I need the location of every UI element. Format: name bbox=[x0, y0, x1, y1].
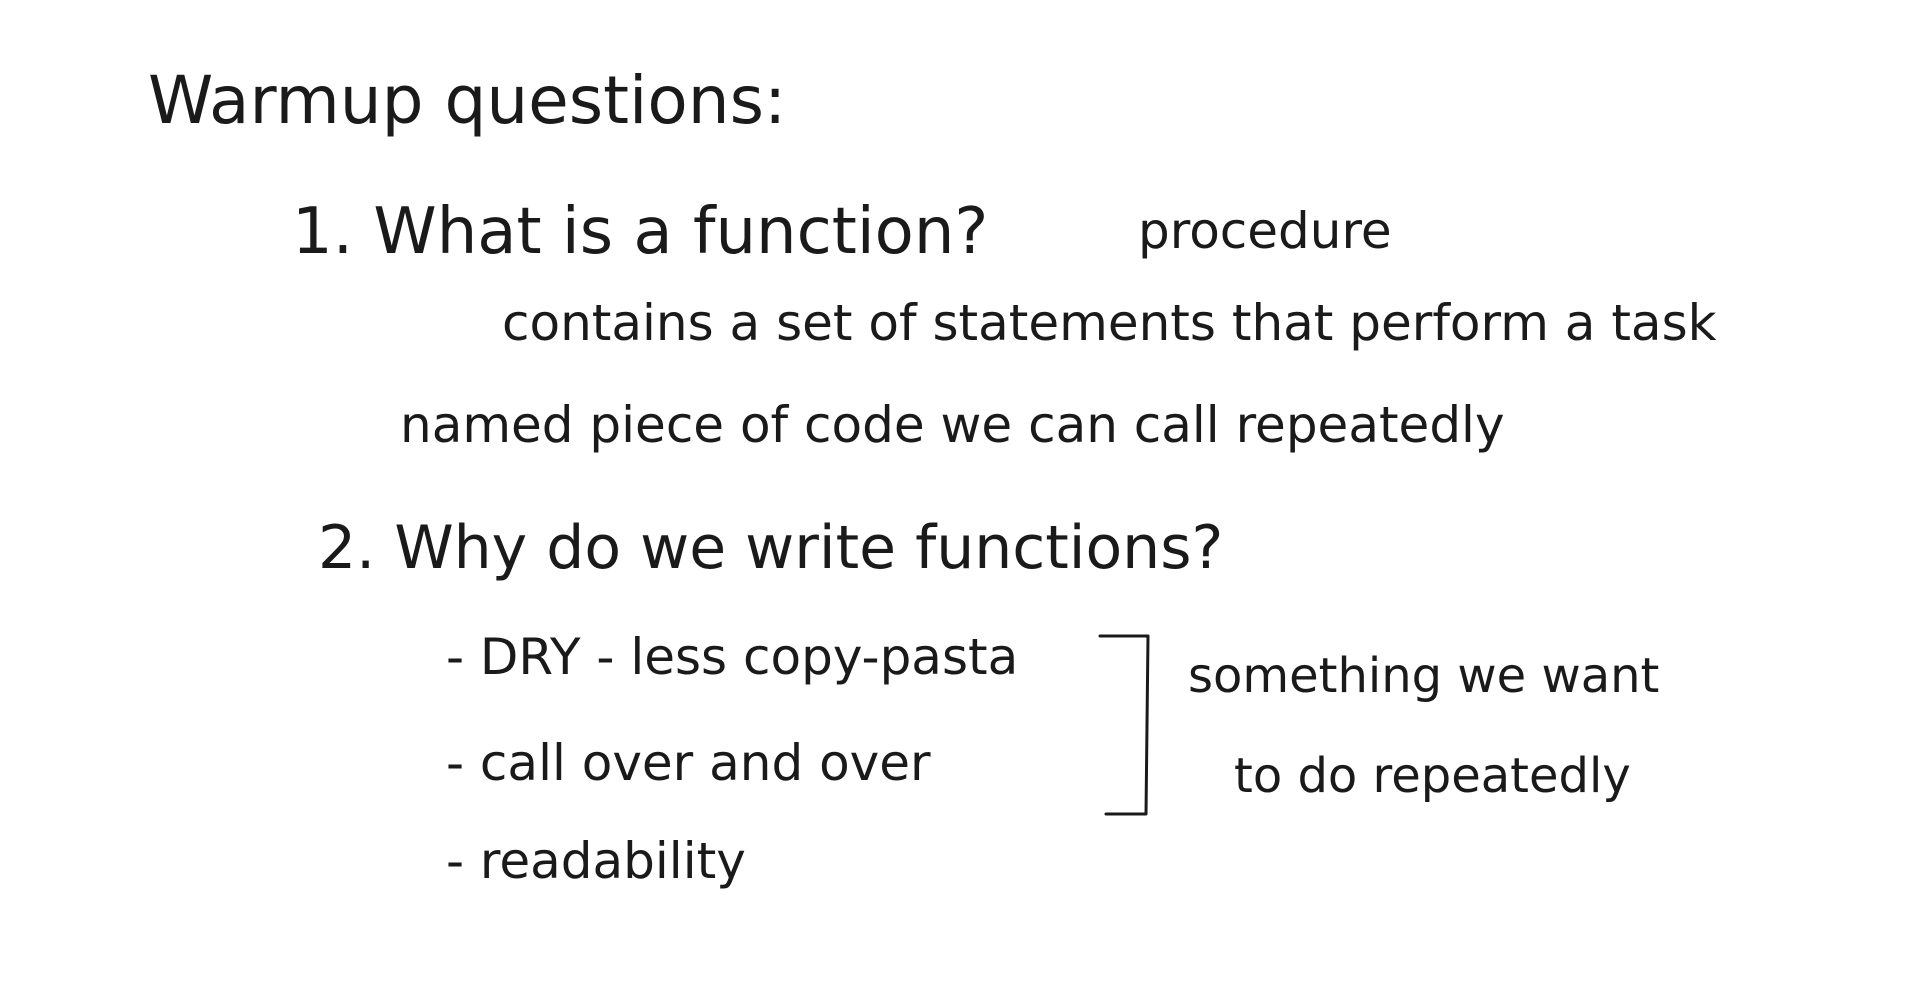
bracket-note-line-2: to do repeatedly bbox=[1234, 748, 1631, 804]
question-2-bullet-1: - DRY - less copy-pasta bbox=[446, 628, 1019, 686]
question-2-bullet-3: - readability bbox=[446, 832, 746, 890]
question-1-answer-2: named piece of code we can call repeated… bbox=[400, 396, 1505, 454]
question-1-answer-1: contains a set of statements that perfor… bbox=[502, 294, 1717, 352]
question-2: 2. Why do we write functions? bbox=[318, 513, 1224, 583]
question-1-aside: procedure bbox=[1138, 202, 1392, 260]
notes-title: Warmup questions: bbox=[148, 62, 787, 139]
bracket-note-line-1: something we want bbox=[1188, 648, 1660, 704]
question-1: 1. What is a function? bbox=[292, 195, 989, 269]
question-2-bullet-2: - call over and over bbox=[446, 734, 931, 792]
closing-bracket bbox=[1098, 634, 1150, 816]
